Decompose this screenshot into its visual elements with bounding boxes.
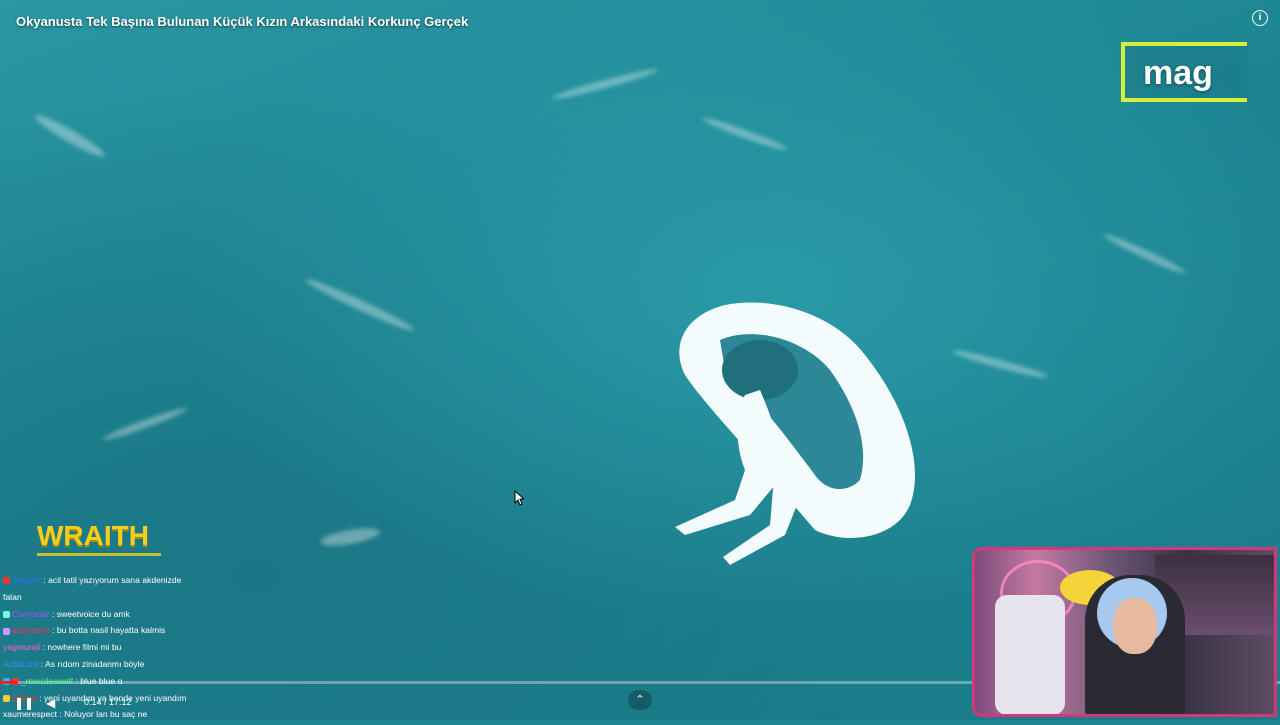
info-icon[interactable]: i <box>1252 10 1268 26</box>
chat-message: CanYasar : sweetvoice du amk <box>3 608 233 620</box>
water-ripple <box>1102 231 1188 277</box>
webcam-overlay <box>972 547 1277 717</box>
chat-text: : nowhere filmi mi bu <box>42 642 122 653</box>
webcam-person-face <box>1113 598 1157 654</box>
mouse-cursor-icon <box>514 490 524 506</box>
chat-message: falan <box>3 591 233 603</box>
chat-username: ArdaLord <box>3 658 39 669</box>
chat-text: : As rıdom zinadanmı böyle <box>40 658 145 669</box>
chat-text: : acil tatil yazıyorum sana akdenizde <box>43 575 182 585</box>
chat-username: xaumerespect <box>3 709 57 720</box>
chat-text: falan <box>3 591 22 602</box>
badge-icon <box>3 610 10 618</box>
water-ripple <box>550 65 660 103</box>
chat-username: CanYasar <box>12 608 50 619</box>
badge-icon <box>3 627 10 635</box>
chat-message: adamsmo : bu botta nasil hayatta kalmis <box>3 624 233 636</box>
badge-icon <box>3 577 10 585</box>
chat-text: : Noluyor lan bu saç ne <box>59 709 148 720</box>
chat-username: adamsmo <box>12 625 50 636</box>
chat-text: : sweetvoice du amk <box>51 608 130 619</box>
water-ripple <box>32 110 108 162</box>
channel-logo-text: mag <box>1143 54 1213 92</box>
chevron-up-icon[interactable]: ⌃ <box>628 690 652 710</box>
chat-username: Vasgurt <box>12 575 41 585</box>
water-ripple <box>950 347 1050 381</box>
time-display: 0:14 / 17:12 <box>84 697 132 707</box>
volume-icon[interactable]: ◀ <box>46 696 55 710</box>
water-ripple <box>319 524 381 550</box>
chat-username: yagmuroli <box>3 642 41 653</box>
badge-icon <box>3 694 10 702</box>
water-ripple <box>101 404 189 444</box>
girl-on-float-image <box>675 302 915 565</box>
water-ripple <box>303 275 417 335</box>
channel-logo: mag <box>1121 42 1247 102</box>
streamer-logo: WRAITH <box>37 520 149 551</box>
progress-fill <box>0 681 18 684</box>
water-ripple <box>701 114 789 154</box>
video-title: Okyanusta Tek Başına Bulunan Küçük Kızın… <box>16 14 469 29</box>
chat-message: xaumerespect : Noluyor lan bu saç ne <box>3 708 233 720</box>
chat-message: ArdaLord : As rıdom zinadanmı böyle <box>3 658 233 670</box>
webcam-chair <box>995 595 1065 714</box>
chat-text: : bu botta nasil hayatta kalmis <box>52 625 166 636</box>
chat-message: yagmuroli : nowhere filmi mi bu <box>3 641 233 653</box>
streamer-logo-underline <box>37 553 161 556</box>
pause-icon[interactable]: ❚❚ <box>14 696 34 710</box>
chat-message: Vasgurt : acil tatil yazıyorum sana akde… <box>3 574 233 586</box>
